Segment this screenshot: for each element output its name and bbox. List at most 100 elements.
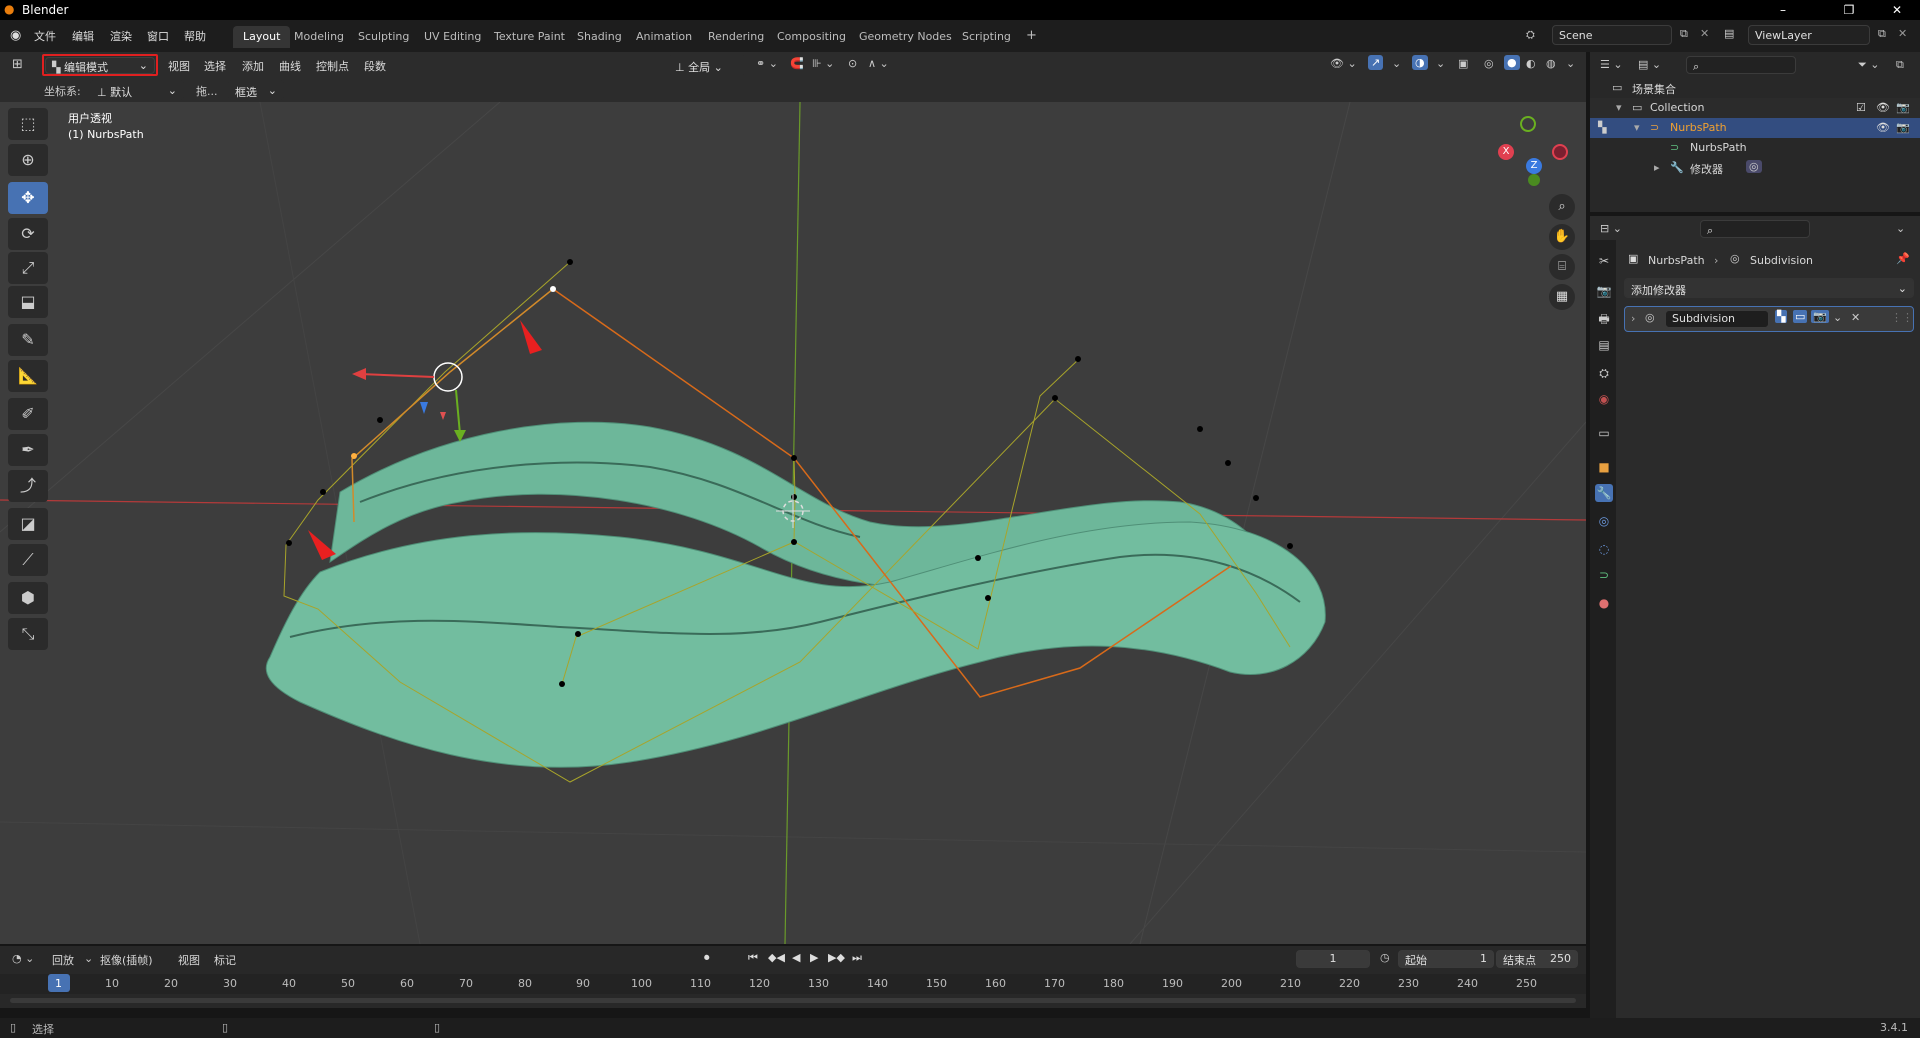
properties-search[interactable]: ⌕ xyxy=(1700,220,1810,238)
tilt-icon[interactable]: ◪ xyxy=(8,508,48,540)
menu-select[interactable]: 选择 xyxy=(204,58,226,74)
menu-view[interactable]: 视图 xyxy=(178,952,200,968)
outliner-row-object[interactable]: ▚ ▾ ⊃ NurbsPath 👁 📷 xyxy=(1590,118,1920,138)
tab-sculpting[interactable]: Sculpting xyxy=(348,26,419,48)
menu-segments[interactable]: 段数 xyxy=(364,58,386,74)
timeline-scrollbar[interactable] xyxy=(10,998,1576,1003)
filter-icon[interactable]: ⏷ ⌄ xyxy=(1858,58,1880,72)
rendered-shading-icon[interactable]: ◍ xyxy=(1546,57,1556,70)
output-tab-icon[interactable]: 🖶 xyxy=(1595,310,1613,328)
start-frame-field[interactable]: 起始 1 xyxy=(1398,950,1494,968)
record-icon[interactable]: ⏺ xyxy=(704,951,710,965)
view-layer-icon[interactable]: ▤ xyxy=(1724,27,1734,40)
transform-icon[interactable]: ⬓ xyxy=(8,286,48,318)
tab-texture-paint[interactable]: Texture Paint xyxy=(484,26,575,48)
blender-menu-icon[interactable]: ◉ xyxy=(10,28,21,43)
add-modifier-dropdown[interactable]: 添加修改器 ⌄ xyxy=(1624,278,1914,298)
end-frame-field[interactable]: 结束点 250 xyxy=(1496,950,1578,968)
add-workspace-button[interactable]: + xyxy=(1016,24,1047,46)
tab-shading[interactable]: Shading xyxy=(567,26,632,48)
world-tab-icon[interactable]: ◉ xyxy=(1595,390,1613,408)
gizmo-toggle-icon[interactable]: ↗ xyxy=(1368,55,1384,70)
options-menu-icon[interactable]: ⌄ xyxy=(1896,222,1905,235)
eye-icon[interactable]: 👁 xyxy=(1876,101,1890,114)
subdivision-modifier-icon[interactable]: ◎ xyxy=(1746,160,1762,173)
edit-mode-toggle-icon[interactable]: ▚ xyxy=(1775,310,1788,323)
view-layer-tab-icon[interactable]: ▤ xyxy=(1595,336,1613,354)
mode-selector[interactable]: ▚ 编辑模式 ⌄ xyxy=(45,57,155,74)
annotate-icon[interactable]: ✎ xyxy=(8,324,48,356)
menu-edit[interactable]: 编辑 xyxy=(72,28,94,44)
new-collection-icon[interactable]: ⧉ xyxy=(1896,58,1904,72)
modifier-tab-icon[interactable]: 🔧 xyxy=(1595,484,1613,502)
expand-arrow-icon[interactable]: ▾ xyxy=(1616,101,1622,114)
view-layer-field[interactable]: ViewLayer xyxy=(1748,25,1870,45)
zoom-icon[interactable]: ⌕ xyxy=(1549,194,1575,220)
scene-tab-icon[interactable]: ⛭ xyxy=(1595,364,1613,382)
material-tab-icon[interactable]: ● xyxy=(1595,594,1613,612)
pin-icon[interactable]: 📌 xyxy=(1896,252,1910,265)
jump-start-icon[interactable]: ⏮ xyxy=(748,951,758,965)
tool-tab-icon[interactable]: ✂ xyxy=(1595,252,1613,270)
select-mode-dropdown[interactable]: 框选 ⌄ xyxy=(228,80,284,100)
proportional-edit-icon[interactable]: ⊙ xyxy=(848,57,857,70)
close-button[interactable]: ✕ xyxy=(1874,0,1920,20)
object-tab-icon[interactable]: ■ xyxy=(1595,458,1613,476)
shading-menu-icon[interactable]: ⌄ xyxy=(1566,57,1575,70)
draw-icon[interactable]: ✐ xyxy=(8,398,48,430)
navigation-gizmo[interactable]: X Z xyxy=(1490,110,1570,190)
modifier-name-field[interactable]: Subdivision xyxy=(1665,310,1769,328)
modifier-menu-icon[interactable]: ⌄ xyxy=(1833,311,1842,324)
menu-add[interactable]: 添加 xyxy=(242,58,264,74)
snap-icon[interactable]: 🧲 xyxy=(790,57,804,70)
move-icon[interactable]: ✥ xyxy=(8,182,48,214)
outliner-row-modifiers[interactable]: ▸ 🔧 修改器 ◎ xyxy=(1590,158,1920,178)
menu-window[interactable]: 窗口 xyxy=(147,28,169,44)
tab-rendering[interactable]: Rendering xyxy=(698,26,774,48)
timeline-type-icon[interactable]: ◔ ⌄ xyxy=(12,952,34,965)
outliner-row-collection[interactable]: ▾ ▭ Collection ☑ 👁 📷 xyxy=(1590,98,1920,118)
checkbox-icon[interactable]: ☑ xyxy=(1856,101,1866,114)
curve-pen-icon[interactable]: ⤴ xyxy=(8,470,48,502)
select-box-icon[interactable]: ⬚ xyxy=(8,108,48,140)
jump-keyframe-forward-icon[interactable]: ▶◆ xyxy=(828,951,845,964)
expand-arrow-icon[interactable]: ▾ xyxy=(1634,121,1640,134)
drag-handle-icon[interactable]: ⋮⋮ xyxy=(1891,311,1913,324)
scene-icon[interactable]: ⛭ xyxy=(1526,28,1535,42)
clock-icon[interactable]: ◷ xyxy=(1380,951,1390,964)
curve-data-tab-icon[interactable]: ⊃ xyxy=(1595,566,1613,584)
overlay-toggle-icon[interactable]: ◑ xyxy=(1412,55,1428,70)
remove-view-layer-icon[interactable]: ✕ xyxy=(1898,27,1907,40)
outliner-row-scene[interactable]: ▭ 场景集合 xyxy=(1590,78,1920,98)
remove-modifier-icon[interactable]: ✕ xyxy=(1851,311,1860,324)
outliner-row-data[interactable]: ⊃ NurbsPath xyxy=(1590,138,1920,158)
display-mode-icon[interactable]: ▤ ⌄ xyxy=(1638,58,1661,71)
overlay-menu-icon[interactable]: ⌄ xyxy=(1436,57,1445,70)
y-axis-handle[interactable] xyxy=(1520,116,1536,132)
menu-help[interactable]: 帮助 xyxy=(184,28,206,44)
radius-icon[interactable]: ⟋ xyxy=(8,544,48,576)
tab-modeling[interactable]: Modeling xyxy=(284,26,354,48)
x-axis-handle[interactable]: X xyxy=(1498,144,1514,160)
scene-field[interactable]: Scene xyxy=(1552,25,1672,45)
outliner-search[interactable]: ⌕ xyxy=(1686,56,1796,74)
frame-ruler[interactable]: 1 10 20 30 40 50 60 70 80 90 100 110 120… xyxy=(0,974,1586,994)
tab-uv-editing[interactable]: UV Editing xyxy=(414,26,491,48)
z-axis-handle[interactable]: Z xyxy=(1526,158,1542,174)
collapse-arrow-icon[interactable]: › xyxy=(1631,312,1635,325)
menu-render[interactable]: 渲染 xyxy=(110,28,132,44)
modifier-panel[interactable]: › ◎ Subdivision ▚ ▭ 📷 ⌄ ✕ ⋮⋮ xyxy=(1624,306,1914,332)
extrude-icon[interactable]: ⬢ xyxy=(8,582,48,614)
jump-end-icon[interactable]: ⏭ xyxy=(852,951,862,965)
transform-gizmo[interactable] xyxy=(352,362,466,442)
camera-icon[interactable]: ⌸ xyxy=(1549,254,1575,280)
eye-icon[interactable]: 👁 xyxy=(1876,121,1890,134)
tab-layout[interactable]: Layout xyxy=(233,26,291,48)
menu-playback[interactable]: 回放 xyxy=(52,952,74,968)
transform-orientation[interactable]: ⊥ 全局 ⌄ xyxy=(668,55,746,75)
pivot-icon[interactable]: ⚭ ⌄ xyxy=(756,57,778,70)
neg-x-axis-handle[interactable] xyxy=(1552,144,1568,160)
visibility-icon[interactable]: 👁 ⌄ xyxy=(1330,57,1357,70)
play-icon[interactable]: ▶ xyxy=(810,951,818,964)
viewport-canvas[interactable] xyxy=(0,102,1586,944)
